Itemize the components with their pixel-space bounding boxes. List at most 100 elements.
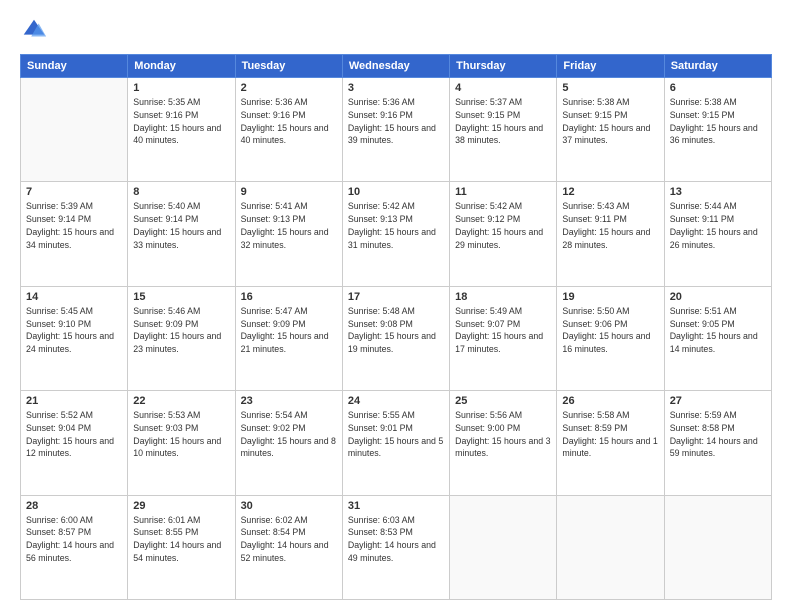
calendar-cell: 14 Sunrise: 5:45 AM Sunset: 9:10 PM Dayli… <box>21 286 128 390</box>
calendar-cell: 3 Sunrise: 5:36 AM Sunset: 9:16 PM Daylig… <box>342 78 449 182</box>
day-detail: Sunrise: 5:38 AM Sunset: 9:15 PM Dayligh… <box>670 96 766 147</box>
calendar-week-row: 7 Sunrise: 5:39 AM Sunset: 9:14 PM Daylig… <box>21 182 772 286</box>
calendar-cell <box>21 78 128 182</box>
weekday-header-tuesday: Tuesday <box>235 55 342 78</box>
weekday-header-saturday: Saturday <box>664 55 771 78</box>
calendar-cell <box>557 495 664 599</box>
day-number: 22 <box>133 395 229 407</box>
logo <box>20 16 52 44</box>
calendar-cell: 24 Sunrise: 5:55 AM Sunset: 9:01 PM Dayli… <box>342 391 449 495</box>
day-detail: Sunrise: 6:00 AM Sunset: 8:57 PM Dayligh… <box>26 514 122 565</box>
calendar-cell: 9Sunrise: 5:41 AM Sunset: 9:13 PM Daylig… <box>235 182 342 286</box>
calendar-cell: 23 Sunrise: 5:54 AM Sunset: 9:02 PM Dayli… <box>235 391 342 495</box>
day-detail: Sunrise: 5:44 AM Sunset: 9:11 PM Dayligh… <box>670 200 766 251</box>
weekday-header-sunday: Sunday <box>21 55 128 78</box>
calendar-week-row: 14 Sunrise: 5:45 AM Sunset: 9:10 PM Dayli… <box>21 286 772 390</box>
header <box>20 16 772 44</box>
day-number: 27 <box>670 395 766 407</box>
day-detail: Sunrise: 5:36 AM Sunset: 9:16 PM Dayligh… <box>241 96 337 147</box>
day-number: 3 <box>348 82 444 94</box>
day-number: 23 <box>241 395 337 407</box>
calendar-week-row: 28Sunrise: 6:00 AM Sunset: 8:57 PM Dayli… <box>21 495 772 599</box>
calendar-cell: 10 Sunrise: 5:42 AM Sunset: 9:13 PM Dayli… <box>342 182 449 286</box>
calendar-cell: 15Sunrise: 5:46 AM Sunset: 9:09 PM Dayli… <box>128 286 235 390</box>
day-number: 14 <box>26 291 122 303</box>
calendar-cell: 22 Sunrise: 5:53 AM Sunset: 9:03 PM Dayli… <box>128 391 235 495</box>
day-detail: Sunrise: 5:43 AM Sunset: 9:11 PM Dayligh… <box>562 200 658 251</box>
day-number: 10 <box>348 186 444 198</box>
calendar-cell: 1 Sunrise: 5:35 AM Sunset: 9:16 PM Daylig… <box>128 78 235 182</box>
calendar-week-row: 21 Sunrise: 5:52 AM Sunset: 9:04 PM Dayli… <box>21 391 772 495</box>
calendar-cell: 11 Sunrise: 5:42 AM Sunset: 9:12 PM Dayli… <box>450 182 557 286</box>
day-number: 25 <box>455 395 551 407</box>
day-detail: Sunrise: 5:51 AM Sunset: 9:05 PM Dayligh… <box>670 305 766 356</box>
calendar-cell <box>450 495 557 599</box>
day-number: 17 <box>348 291 444 303</box>
weekday-header-monday: Monday <box>128 55 235 78</box>
calendar-week-row: 1 Sunrise: 5:35 AM Sunset: 9:16 PM Daylig… <box>21 78 772 182</box>
day-detail: Sunrise: 5:49 AM Sunset: 9:07 PM Dayligh… <box>455 305 551 356</box>
day-number: 24 <box>348 395 444 407</box>
day-number: 7 <box>26 186 122 198</box>
day-detail: Sunrise: 5:46 AM Sunset: 9:09 PM Dayligh… <box>133 305 229 356</box>
calendar-cell: 5 Sunrise: 5:38 AM Sunset: 9:15 PM Daylig… <box>557 78 664 182</box>
calendar-table: SundayMondayTuesdayWednesdayThursdayFrid… <box>20 54 772 600</box>
day-detail: Sunrise: 5:42 AM Sunset: 9:12 PM Dayligh… <box>455 200 551 251</box>
day-detail: Sunrise: 5:38 AM Sunset: 9:15 PM Dayligh… <box>562 96 658 147</box>
weekday-header-friday: Friday <box>557 55 664 78</box>
day-detail: Sunrise: 5:59 AM Sunset: 8:58 PM Dayligh… <box>670 409 766 460</box>
day-number: 9 <box>241 186 337 198</box>
day-number: 5 <box>562 82 658 94</box>
calendar-cell: 30Sunrise: 6:02 AM Sunset: 8:54 PM Dayli… <box>235 495 342 599</box>
day-number: 11 <box>455 186 551 198</box>
calendar-cell: 12 Sunrise: 5:43 AM Sunset: 9:11 PM Dayli… <box>557 182 664 286</box>
day-number: 8 <box>133 186 229 198</box>
day-detail: Sunrise: 5:36 AM Sunset: 9:16 PM Dayligh… <box>348 96 444 147</box>
day-detail: Sunrise: 5:56 AM Sunset: 9:00 PM Dayligh… <box>455 409 551 460</box>
calendar-cell: 13 Sunrise: 5:44 AM Sunset: 9:11 PM Dayli… <box>664 182 771 286</box>
day-detail: Sunrise: 6:03 AM Sunset: 8:53 PM Dayligh… <box>348 514 444 565</box>
day-number: 18 <box>455 291 551 303</box>
calendar-cell: 26Sunrise: 5:58 AM Sunset: 8:59 PM Dayli… <box>557 391 664 495</box>
day-number: 13 <box>670 186 766 198</box>
calendar-cell: 4 Sunrise: 5:37 AM Sunset: 9:15 PM Daylig… <box>450 78 557 182</box>
day-detail: Sunrise: 5:40 AM Sunset: 9:14 PM Dayligh… <box>133 200 229 251</box>
day-detail: Sunrise: 5:54 AM Sunset: 9:02 PM Dayligh… <box>241 409 337 460</box>
day-number: 6 <box>670 82 766 94</box>
day-number: 2 <box>241 82 337 94</box>
calendar-cell <box>664 495 771 599</box>
day-number: 12 <box>562 186 658 198</box>
calendar-cell: 7 Sunrise: 5:39 AM Sunset: 9:14 PM Daylig… <box>21 182 128 286</box>
day-detail: Sunrise: 5:55 AM Sunset: 9:01 PM Dayligh… <box>348 409 444 460</box>
day-detail: Sunrise: 5:45 AM Sunset: 9:10 PM Dayligh… <box>26 305 122 356</box>
day-detail: Sunrise: 5:52 AM Sunset: 9:04 PM Dayligh… <box>26 409 122 460</box>
calendar-cell: 8 Sunrise: 5:40 AM Sunset: 9:14 PM Daylig… <box>128 182 235 286</box>
logo-icon <box>20 16 48 44</box>
day-detail: Sunrise: 5:37 AM Sunset: 9:15 PM Dayligh… <box>455 96 551 147</box>
day-detail: Sunrise: 5:35 AM Sunset: 9:16 PM Dayligh… <box>133 96 229 147</box>
day-detail: Sunrise: 5:42 AM Sunset: 9:13 PM Dayligh… <box>348 200 444 251</box>
day-number: 20 <box>670 291 766 303</box>
day-number: 1 <box>133 82 229 94</box>
day-number: 4 <box>455 82 551 94</box>
weekday-header-thursday: Thursday <box>450 55 557 78</box>
calendar-cell: 20 Sunrise: 5:51 AM Sunset: 9:05 PM Dayli… <box>664 286 771 390</box>
calendar-cell: 27 Sunrise: 5:59 AM Sunset: 8:58 PM Dayli… <box>664 391 771 495</box>
calendar-cell: 28Sunrise: 6:00 AM Sunset: 8:57 PM Dayli… <box>21 495 128 599</box>
day-number: 31 <box>348 500 444 512</box>
day-detail: Sunrise: 5:53 AM Sunset: 9:03 PM Dayligh… <box>133 409 229 460</box>
day-number: 16 <box>241 291 337 303</box>
weekday-header-row: SundayMondayTuesdayWednesdayThursdayFrid… <box>21 55 772 78</box>
calendar-cell: 17 Sunrise: 5:48 AM Sunset: 9:08 PM Dayli… <box>342 286 449 390</box>
weekday-header-wednesday: Wednesday <box>342 55 449 78</box>
calendar-cell: 25 Sunrise: 5:56 AM Sunset: 9:00 PM Dayli… <box>450 391 557 495</box>
day-detail: Sunrise: 5:58 AM Sunset: 8:59 PM Dayligh… <box>562 409 658 460</box>
calendar-cell: 29Sunrise: 6:01 AM Sunset: 8:55 PM Dayli… <box>128 495 235 599</box>
day-detail: Sunrise: 5:47 AM Sunset: 9:09 PM Dayligh… <box>241 305 337 356</box>
calendar-cell: 6 Sunrise: 5:38 AM Sunset: 9:15 PM Daylig… <box>664 78 771 182</box>
day-detail: Sunrise: 6:01 AM Sunset: 8:55 PM Dayligh… <box>133 514 229 565</box>
day-detail: Sunrise: 5:48 AM Sunset: 9:08 PM Dayligh… <box>348 305 444 356</box>
day-number: 21 <box>26 395 122 407</box>
day-detail: Sunrise: 5:39 AM Sunset: 9:14 PM Dayligh… <box>26 200 122 251</box>
calendar-cell: 19Sunrise: 5:50 AM Sunset: 9:06 PM Dayli… <box>557 286 664 390</box>
